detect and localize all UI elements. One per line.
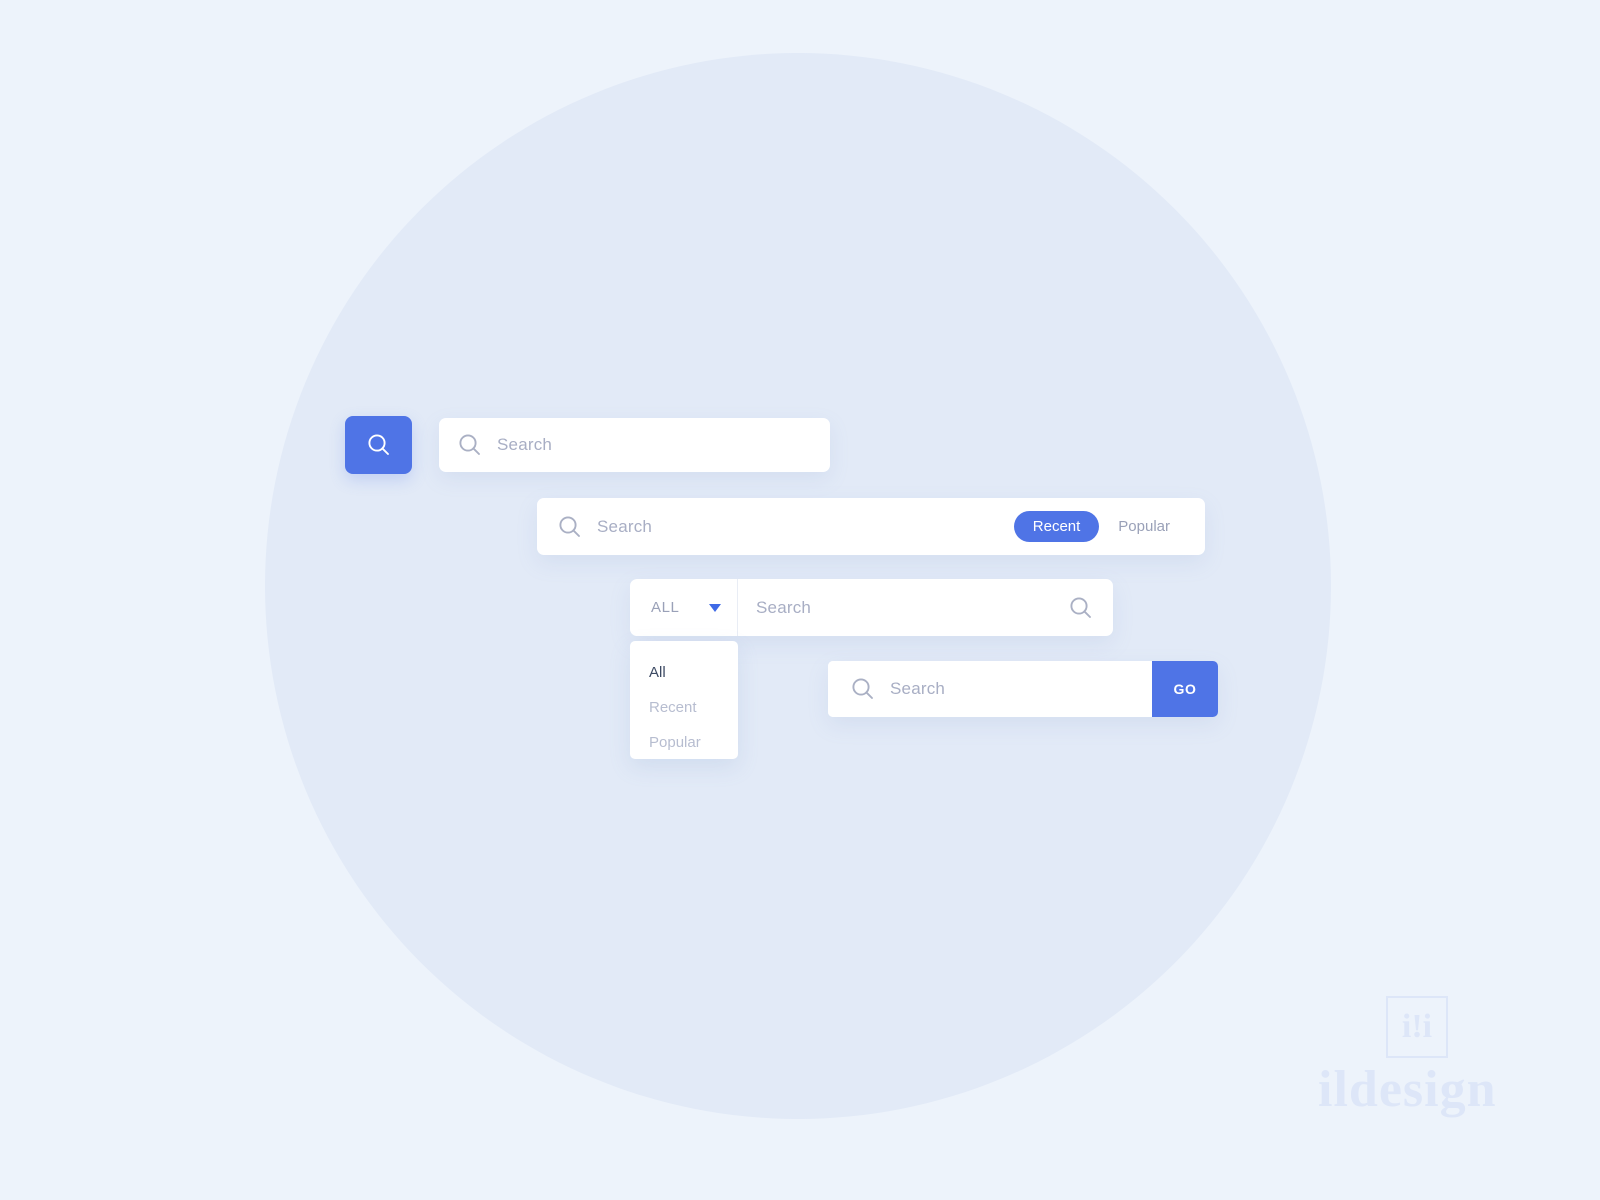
- search-input-placeholder[interactable]: Search: [756, 598, 811, 618]
- search-input-field[interactable]: Search: [828, 661, 1152, 717]
- go-button[interactable]: GO: [1152, 661, 1218, 717]
- watermark: i!i ildesign: [1318, 996, 1518, 1126]
- search-submit-icon-button[interactable]: [1068, 579, 1113, 636]
- search-input-placeholder[interactable]: Search: [597, 517, 652, 537]
- search-bar-simple[interactable]: Search: [439, 418, 830, 472]
- filter-pill-recent[interactable]: Recent: [1013, 511, 1100, 542]
- dropdown-item-popular[interactable]: Popular: [630, 725, 738, 760]
- category-select-label: ALL: [651, 599, 680, 616]
- search-input-placeholder[interactable]: Search: [497, 435, 552, 455]
- chevron-down-icon: [709, 603, 721, 612]
- search-input-field[interactable]: Search: [738, 579, 1068, 636]
- category-dropdown-menu[interactable]: All Recent Popular: [630, 641, 738, 759]
- dropdown-item-recent[interactable]: Recent: [630, 690, 738, 725]
- dropdown-item-all[interactable]: All: [630, 655, 738, 690]
- category-select[interactable]: ALL: [630, 579, 738, 636]
- watermark-wordmark: ildesign: [1318, 1061, 1497, 1118]
- search-bar-with-select[interactable]: ALL Search: [630, 579, 1113, 636]
- watermark-logo-mark: i!i: [1386, 996, 1448, 1058]
- search-icon: [366, 432, 392, 458]
- search-icon: [850, 676, 876, 702]
- search-bar-with-filters[interactable]: Search Recent Popular: [537, 498, 1205, 555]
- search-bar-with-go[interactable]: Search GO: [828, 661, 1218, 717]
- search-icon: [457, 432, 483, 458]
- search-icon: [557, 514, 583, 540]
- search-icon-button[interactable]: [345, 416, 412, 474]
- search-icon: [1068, 595, 1094, 621]
- search-input-placeholder[interactable]: Search: [890, 679, 945, 699]
- filter-pill-popular[interactable]: Popular: [1099, 511, 1189, 542]
